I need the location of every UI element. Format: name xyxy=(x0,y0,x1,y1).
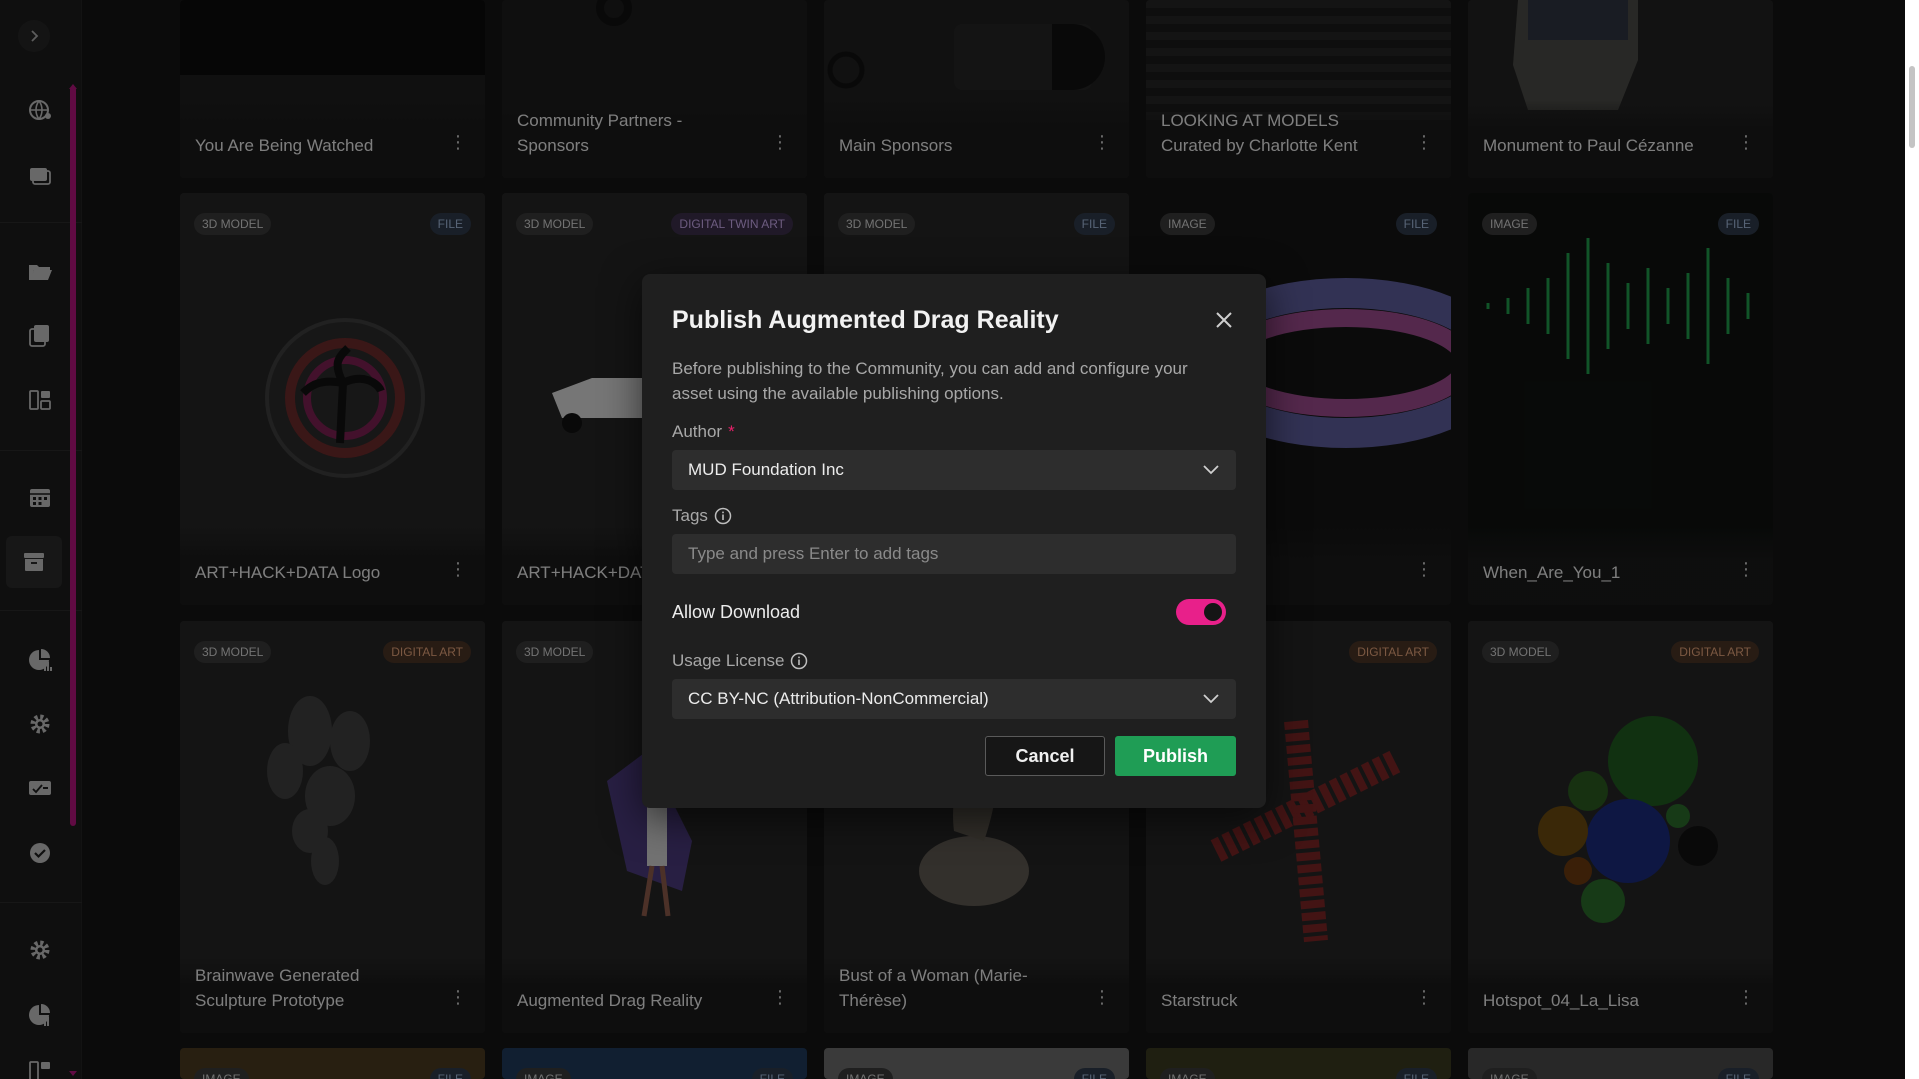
tags-label: Tags xyxy=(672,506,732,526)
author-label: Author * xyxy=(672,422,735,442)
author-label-text: Author xyxy=(672,422,723,441)
usage-license-select[interactable]: CC BY-NC (Attribution-NonCommercial) xyxy=(672,679,1236,719)
author-select[interactable]: MUD Foundation Inc xyxy=(672,450,1236,490)
dialog-description: Before publishing to the Community, you … xyxy=(672,359,1188,403)
chevron-down-icon xyxy=(1203,694,1219,704)
usage-license-label-text: Usage License xyxy=(672,651,785,670)
usage-license-label: Usage License xyxy=(672,651,808,671)
cancel-button[interactable]: Cancel xyxy=(985,736,1105,776)
allow-download-toggle[interactable] xyxy=(1176,599,1226,625)
tags-label-text: Tags xyxy=(672,506,708,525)
publish-dialog: Publish Augmented Drag Reality Before pu… xyxy=(642,274,1266,808)
publish-button[interactable]: Publish xyxy=(1115,736,1236,776)
page-scrollbar[interactable] xyxy=(1905,0,1919,1079)
toggle-knob xyxy=(1204,603,1222,621)
close-icon xyxy=(1216,312,1232,328)
page-scrollbar-thumb[interactable] xyxy=(1909,66,1915,148)
allow-download-label: Allow Download xyxy=(672,602,801,622)
chevron-down-icon xyxy=(1203,465,1219,475)
info-icon[interactable] xyxy=(714,507,732,525)
close-button[interactable] xyxy=(1212,308,1236,332)
tags-input[interactable] xyxy=(672,534,1236,574)
dialog-title: Publish Augmented Drag Reality xyxy=(672,306,1059,334)
required-marker: * xyxy=(728,422,735,441)
usage-license-value: CC BY-NC (Attribution-NonCommercial) xyxy=(688,689,989,708)
info-icon[interactable] xyxy=(790,652,808,670)
author-value: MUD Foundation Inc xyxy=(688,460,844,479)
